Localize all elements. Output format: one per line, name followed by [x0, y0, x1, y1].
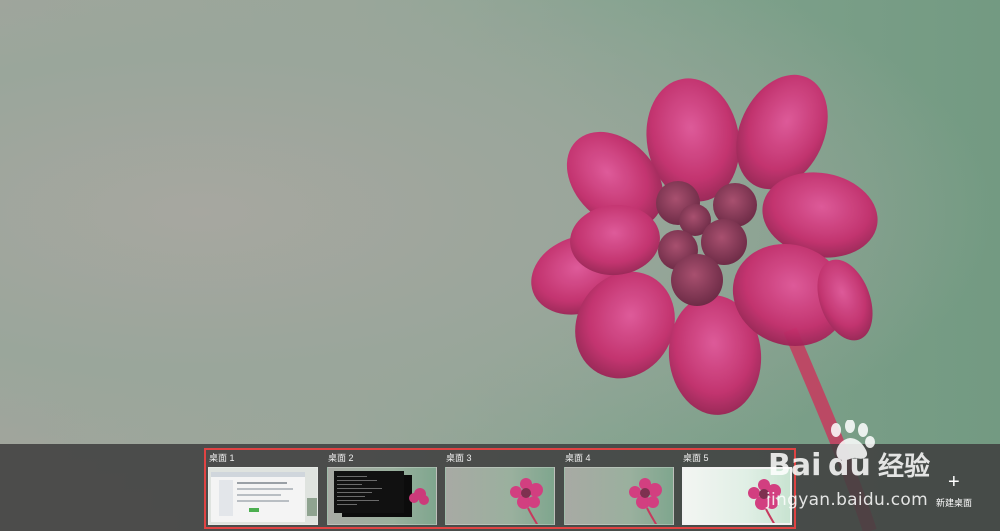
desktop-5-label: 桌面 5 — [683, 453, 709, 463]
desktop-3-label: 桌面 3 — [446, 453, 472, 463]
desktop-4-thumbnail[interactable] — [564, 467, 674, 525]
desktop-3-thumbnail[interactable] — [445, 467, 555, 525]
desktop-1[interactable]: 桌面 1 — [206, 451, 318, 528]
desktop-3[interactable]: 桌面 3 — [443, 451, 555, 528]
desktop-4-label: 桌面 4 — [565, 453, 591, 463]
desktop-1-label: 桌面 1 — [209, 453, 235, 463]
new-desktop-label: 新建桌面 — [936, 498, 973, 508]
svg-text:du: du — [828, 448, 871, 483]
desktop-4[interactable]: 桌面 4 — [562, 451, 674, 528]
desktop-2-thumbnail[interactable] — [327, 467, 437, 525]
watermark-url: jingyan.baidu.com — [766, 490, 928, 510]
new-desktop-button[interactable]: + 新建桌面 — [930, 472, 986, 512]
svg-text:Bai: Bai — [768, 448, 821, 483]
desktop-2[interactable]: 桌面 2 — [325, 451, 437, 528]
desktop-2-label: 桌面 2 — [328, 453, 354, 463]
svg-text:经验: 经验 — [878, 451, 930, 482]
desktop-1-thumbnail[interactable] — [208, 467, 318, 525]
plus-icon: + — [948, 471, 960, 493]
